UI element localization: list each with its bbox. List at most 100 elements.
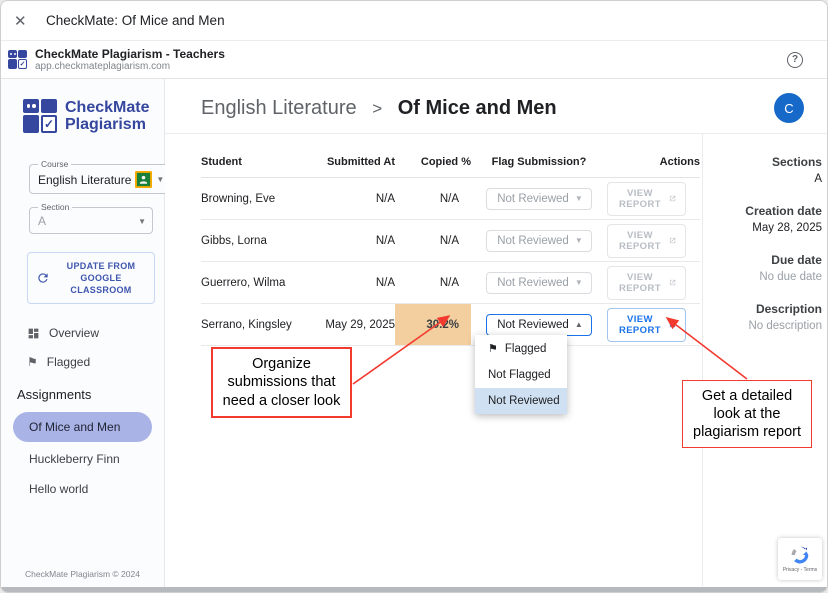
annotation-view-report: Get a detailed look at the plagiarism re… [682,380,812,448]
student-name: Serrano, Kingsley [201,304,313,345]
help-icon[interactable]: ? [787,52,803,68]
window-title: CheckMate: Of Mice and Men [46,13,225,28]
submitted-at: N/A [313,178,395,219]
checkmate-logo-text: CheckMate Plagiarism [65,99,149,133]
chevron-down-icon: ▼ [575,194,583,203]
chevron-up-icon: ▲ [575,320,583,329]
user-avatar[interactable]: C [774,93,804,123]
menu-item-flagged[interactable]: ⚑ Flagged [475,335,567,362]
external-link-icon [669,193,676,204]
assignments-section-header: Assignments [17,387,164,402]
view-report-button[interactable]: VIEW REPORT [607,224,686,258]
creation-date-value: May 28, 2025 [709,220,822,236]
external-link-icon [669,277,676,288]
submitted-at: N/A [313,220,395,261]
sections-value: A [709,171,822,187]
view-report-button-active[interactable]: VIEW REPORT [607,308,686,342]
sidebar-item-flagged[interactable]: ⚑ Flagged [27,355,164,369]
annotation-organize-submissions: Organize submissions that need a closer … [211,347,352,418]
sidebar-item-hello-world[interactable]: Hello world [1,474,164,504]
sidebar-item-overview[interactable]: Overview [27,326,164,340]
app-name: CheckMate Plagiarism - Teachers [35,47,787,61]
student-name: Gibbs, Lorna [201,220,313,261]
app-url: app.checkmateplagiarism.com [35,61,787,73]
breadcrumb-separator: > [372,99,382,118]
section-select-value: A [38,214,134,228]
copied-percent-highlighted: 30.2% [395,304,471,345]
menu-item-not-flagged[interactable]: Not Flagged [475,362,567,388]
main-content: English Literature > Of Mice and Men C S… [165,79,828,589]
table-row: Gibbs, Lorna N/A N/A Not Reviewed▼ VIEW … [201,220,700,262]
column-header-actions: Actions [607,150,700,177]
column-header-flag: Flag Submission? [471,150,607,177]
assignment-details-panel: Sections A Creation date May 28, 2025 Du… [702,134,828,586]
app-window: ✕ CheckMate: Of Mice and Men ✓ CheckMate… [0,0,828,593]
chevron-down-icon: ▼ [575,278,583,287]
dashboard-icon [27,327,40,340]
recaptcha-privacy-terms[interactable]: Privacy - Terms [783,567,817,573]
update-button-label: UPDATE FROM GOOGLE CLASSROOM [56,260,146,296]
sidebar-item-label: Overview [49,326,99,340]
refresh-icon [36,271,50,285]
flag-status-select[interactable]: Not Reviewed▼ [486,188,592,210]
app-favicon-icon: ✓ [8,50,27,69]
breadcrumb-course[interactable]: English Literature [201,97,357,119]
description-value: No description [709,318,822,334]
flag-dropdown-menu: ⚑ Flagged Not Flagged Not Reviewed [475,335,567,414]
sidebar: ✓ CheckMate Plagiarism Course English Li… [1,79,165,589]
submitted-at: May 29, 2025 [313,304,395,345]
chevron-down-icon: ▼ [156,175,164,184]
copied-percent: N/A [395,220,471,261]
section-select[interactable]: Section A ▼ [29,202,153,234]
window-titlebar: ✕ CheckMate: Of Mice and Men [1,1,827,41]
course-select-label: Course [38,159,71,169]
column-header-student: Student [201,150,313,177]
page-title: Of Mice and Men [398,97,557,119]
copied-percent: N/A [395,178,471,219]
student-name: Guerrero, Wilma [201,262,313,303]
course-select[interactable]: Course English Literature ▼ [29,159,171,194]
submitted-at: N/A [313,262,395,303]
window-bottom-edge [1,587,827,592]
view-report-button[interactable]: VIEW REPORT [607,182,686,216]
creation-date-label: Creation date [709,203,822,220]
course-select-value: English Literature [38,173,131,187]
sections-label: Sections [709,154,822,171]
table-row: Guerrero, Wilma N/A N/A Not Reviewed▼ VI… [201,262,700,304]
recaptcha-icon [790,545,810,565]
close-icon[interactable]: ✕ [14,12,36,30]
view-report-button[interactable]: VIEW REPORT [607,266,686,300]
recaptcha-badge[interactable]: Privacy - Terms [778,538,822,580]
checkmate-logo: ✓ CheckMate Plagiarism [23,99,164,133]
copied-percent: N/A [395,262,471,303]
flag-icon: ⚑ [488,342,498,355]
column-header-copied: Copied % [395,150,471,177]
column-header-submitted-at: Submitted At [313,150,395,177]
sidebar-item-of-mice-and-men[interactable]: Of Mice and Men [13,412,152,442]
sidebar-item-label: Flagged [47,355,90,369]
table-row: Serrano, Kingsley May 29, 2025 30.2% Not… [201,304,700,346]
flag-status-select[interactable]: Not Reviewed▼ [486,272,592,294]
checkmate-logo-icon: ✓ [23,99,57,133]
google-classroom-icon [135,171,152,188]
student-name: Browning, Eve [201,178,313,219]
due-date-label: Due date [709,252,822,269]
section-select-label: Section [38,202,72,212]
app-identity-bar: ✓ CheckMate Plagiarism - Teachers app.ch… [1,41,827,79]
sidebar-item-huckleberry-finn[interactable]: Huckleberry Finn [1,444,164,474]
flag-status-select-open[interactable]: Not Reviewed▲ [486,314,592,336]
flag-icon: ⚑ [27,355,38,369]
menu-item-not-reviewed[interactable]: Not Reviewed [475,388,567,414]
chevron-down-icon: ▼ [575,236,583,245]
flag-status-select[interactable]: Not Reviewed▼ [486,230,592,252]
description-label: Description [709,301,822,318]
copyright-footer: CheckMate Plagiarism © 2024 [1,569,164,579]
table-header-row: Student Submitted At Copied % Flag Submi… [201,150,700,178]
due-date-value: No due date [709,269,822,285]
breadcrumb: English Literature > Of Mice and Men [201,97,774,120]
update-from-google-classroom-button[interactable]: UPDATE FROM GOOGLE CLASSROOM [27,252,155,304]
table-row: Browning, Eve N/A N/A Not Reviewed▼ VIEW… [201,178,700,220]
external-link-icon [669,235,676,246]
external-link-icon [669,319,676,330]
chevron-down-icon: ▼ [138,217,146,226]
